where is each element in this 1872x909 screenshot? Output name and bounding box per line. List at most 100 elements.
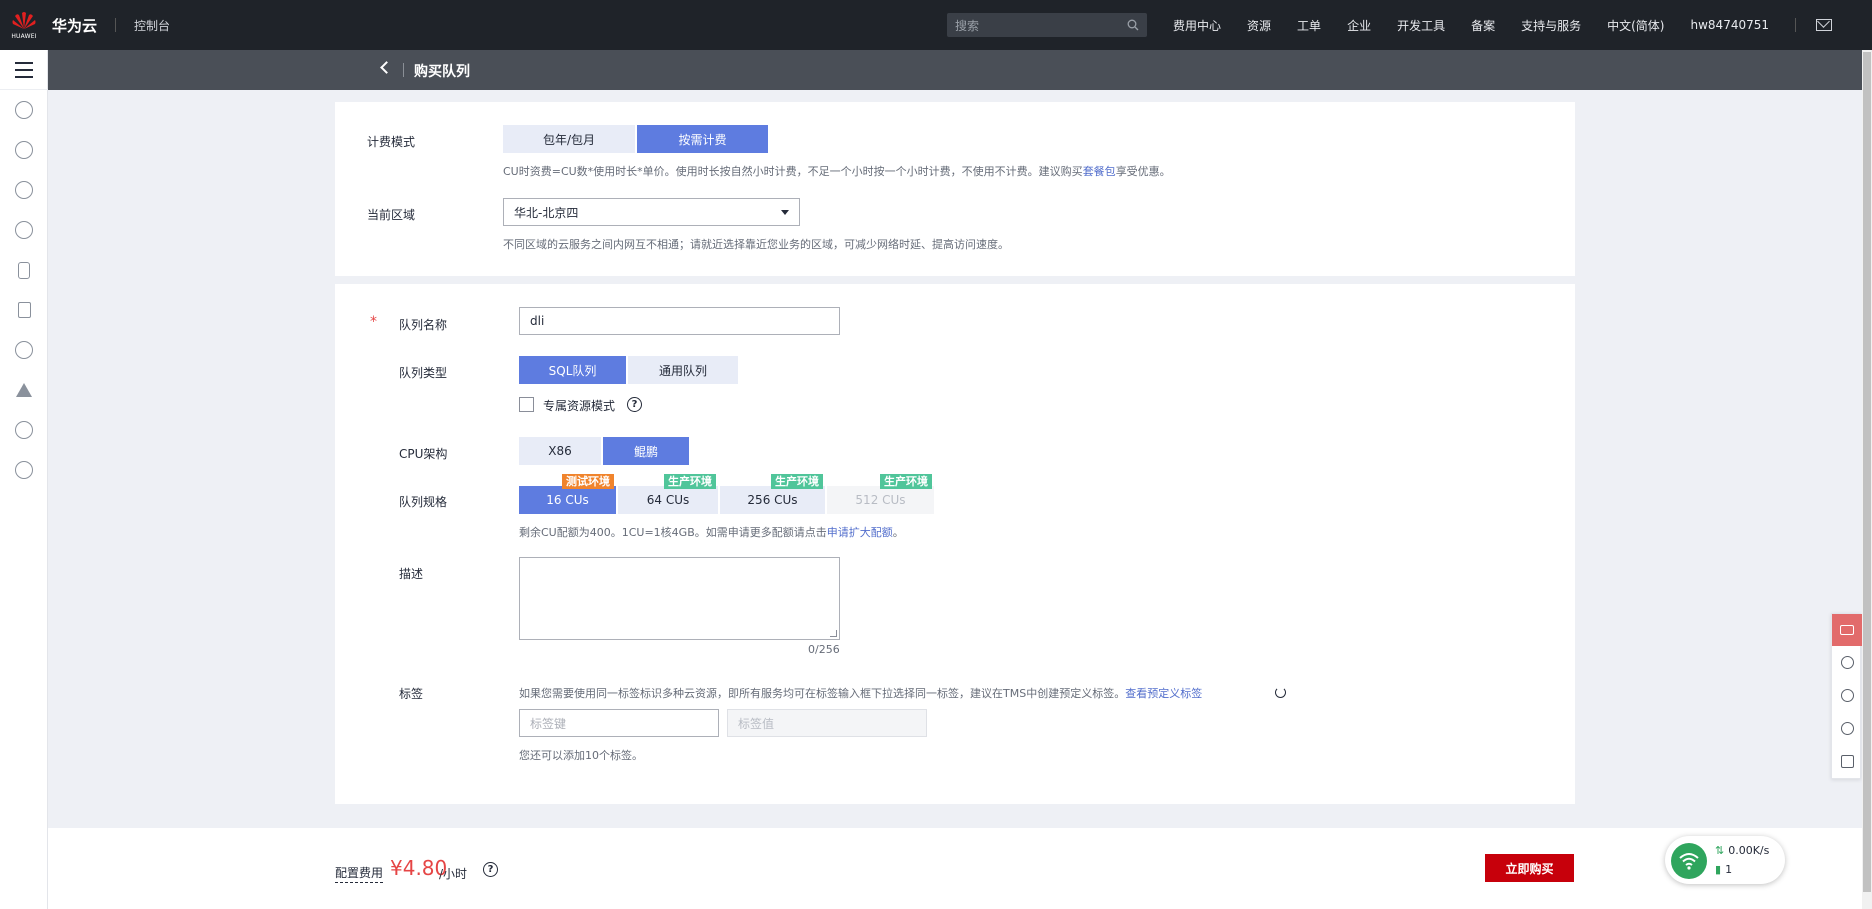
spec-option-16[interactable]: 16 CUs 测试环境 (519, 474, 618, 514)
nav-support[interactable]: 支持与服务 (1521, 17, 1581, 34)
nav-dev-tools[interactable]: 开发工具 (1397, 17, 1445, 34)
huawei-logo[interactable]: HUAWEI 华为云 (10, 0, 97, 50)
console-link[interactable]: 控制台 (134, 17, 170, 34)
spec-option-512: 512 CUs 生产环境 (827, 474, 934, 514)
page-title: 购买队列 (414, 64, 470, 80)
nav-icp[interactable]: 备案 (1471, 17, 1495, 34)
network-speed-value: 0.00K/s (1728, 844, 1770, 857)
queue-type-switch: SQL队列 通用队列 (519, 356, 738, 384)
scrollbar[interactable] (1862, 50, 1872, 909)
nav-resources[interactable]: 资源 (1247, 17, 1271, 34)
queue-name-value: dli (530, 314, 545, 328)
description-label: 描述 (399, 567, 424, 581)
network-speed: ⇅ 0.00K/s (1715, 844, 1769, 857)
dedicated-mode-label: 专属资源模式 (543, 399, 616, 413)
device-icon[interactable] (0, 250, 48, 290)
nav-tickets[interactable]: 工单 (1297, 17, 1321, 34)
env-badge: 生产环境 (880, 474, 932, 489)
top-nav: 搜索 费用中心 资源 工单 企业 开发工具 备案 支持与服务 中文(简体) hw… (947, 0, 1872, 50)
refresh-icon[interactable] (1275, 687, 1286, 698)
fee-label[interactable]: 配置费用 (335, 864, 384, 883)
queue-type-sql[interactable]: SQL队列 (519, 356, 628, 384)
spec-option-64[interactable]: 64 CUs 生产环境 (618, 474, 720, 514)
tag-value-placeholder: 标签值 (738, 716, 775, 731)
queue-config-panel: * 队列名称 dli 队列类型 SQL队列 通用队列 专属资源模式 ? CPU架… (335, 284, 1575, 804)
spec-label: 64 CUs (646, 493, 690, 507)
help-circle-icon[interactable] (1832, 712, 1862, 745)
spec-label: 512 CUs (855, 493, 906, 507)
divider (115, 18, 117, 32)
search-icon[interactable] (1127, 19, 1139, 31)
document-icon[interactable] (0, 290, 48, 330)
tag-key-placeholder: 标签键 (530, 716, 567, 731)
env-badge: 测试环境 (562, 474, 614, 489)
mail-icon[interactable] (1816, 19, 1832, 31)
tag-key-input[interactable]: 标签键 (519, 709, 719, 737)
queue-name-input[interactable]: dli (519, 307, 840, 335)
checklist-icon[interactable] (1832, 745, 1862, 778)
spec-hint-text: 剩余CU配额为400。1CU=1核4GB。如需申请更多配额请点击 (519, 526, 827, 539)
env-badge: 生产环境 (771, 474, 823, 489)
globe-icon[interactable] (0, 410, 48, 450)
scrollbar-thumb[interactable] (1863, 52, 1871, 892)
quota-apply-link[interactable]: 申请扩大配额 (827, 526, 893, 539)
spec-option-256[interactable]: 256 CUs 生产环境 (720, 474, 827, 514)
purchase-footer: 配置费用 ¥4.80 /小时 ? 立即购买 (48, 828, 1862, 909)
cloud-sync-icon[interactable] (0, 330, 48, 370)
search-placeholder: 搜索 (955, 18, 980, 33)
nav-enterprise[interactable]: 企业 (1347, 17, 1371, 34)
huawei-logo-icon: HUAWEI (10, 7, 38, 43)
deploy-icon[interactable] (0, 370, 48, 410)
region-select[interactable]: 华北-北京四 (503, 198, 800, 226)
battery-icon: ▮ (1715, 863, 1722, 876)
billing-mode-label: 计费模式 (367, 135, 416, 149)
cpu-arch-switch: X86 鲲鹏 (519, 437, 689, 465)
description-counter: 0/256 (808, 643, 840, 656)
network-icon[interactable] (0, 170, 48, 210)
description-textarea[interactable] (519, 557, 840, 640)
cluster-icon[interactable] (0, 130, 48, 170)
storage-icon[interactable] (0, 210, 48, 250)
nav-language[interactable]: 中文(简体) (1607, 17, 1664, 34)
queue-spec-label: 队列规格 (399, 495, 448, 509)
tag-label: 标签 (399, 687, 424, 701)
network-widget[interactable]: ⇅ 0.00K/s ▮ 1 (1665, 836, 1785, 884)
smile-icon[interactable] (1832, 646, 1862, 679)
cpu-arch-kunpeng[interactable]: 鲲鹏 (603, 437, 689, 465)
tag-hint-text: 如果您需要使用同一标签标识多种云资源，即所有服务均可在标签输入框下拉选择同一标签… (519, 687, 1126, 700)
region-label: 当前区域 (367, 208, 416, 222)
billing-option-on-demand[interactable]: 按需计费 (637, 125, 768, 153)
cloud-icon[interactable] (0, 90, 48, 130)
cpu-arch-label: CPU架构 (399, 447, 448, 461)
billing-hint: CU时资费=CU数*使用时长*单价。使用时长按自然小时计费，不足一个小时按一个小… (503, 163, 1171, 179)
queue-spec-switch: 16 CUs 测试环境 64 CUs 生产环境 256 CUs 生产环境 512… (519, 474, 934, 514)
spec-label: 256 CUs (747, 493, 798, 507)
nav-username[interactable]: hw84740751 (1691, 18, 1770, 32)
divider (1795, 18, 1796, 32)
package-link[interactable]: 套餐包 (1083, 165, 1116, 178)
help-icon[interactable]: ? (627, 397, 642, 412)
help-icon[interactable]: ? (483, 862, 498, 877)
feedback-icon[interactable] (1832, 614, 1862, 646)
billing-option-yearly[interactable]: 包年/包月 (503, 125, 637, 153)
network-count: ▮ 1 (1715, 863, 1732, 876)
nav-billing-center[interactable]: 费用中心 (1173, 17, 1221, 34)
support-icon[interactable] (1832, 679, 1862, 712)
cpu-arch-x86[interactable]: X86 (519, 437, 603, 465)
region-value: 华北-北京四 (514, 205, 579, 220)
billing-panel: 计费模式 包年/包月 按需计费 CU时资费=CU数*使用时长*单价。使用时长按自… (335, 102, 1575, 276)
back-arrow-icon[interactable] (380, 61, 393, 74)
search-input[interactable]: 搜索 (947, 13, 1148, 37)
buy-now-button[interactable]: 立即购买 (1485, 854, 1574, 882)
service-icon[interactable] (0, 450, 48, 490)
predefined-tags-link[interactable]: 查看预定义标签 (1125, 687, 1202, 700)
page-header: 购买队列 (48, 50, 1862, 90)
menu-icon[interactable] (0, 50, 48, 90)
billing-hint-text: CU时资费=CU数*使用时长*单价。使用时长按自然小时计费，不足一个小时按一个小… (503, 165, 1083, 178)
queue-name-label: 队列名称 (399, 318, 448, 332)
dedicated-mode-checkbox[interactable] (519, 397, 534, 412)
tag-hint: 如果您需要使用同一标签标识多种云资源，即所有服务均可在标签输入框下拉选择同一标签… (519, 685, 1202, 701)
queue-type-general[interactable]: 通用队列 (628, 356, 738, 384)
required-mark: * (370, 314, 377, 330)
spec-hint: 剩余CU配额为400。1CU=1核4GB。如需申请更多配额请点击申请扩大配额。 (519, 524, 904, 540)
